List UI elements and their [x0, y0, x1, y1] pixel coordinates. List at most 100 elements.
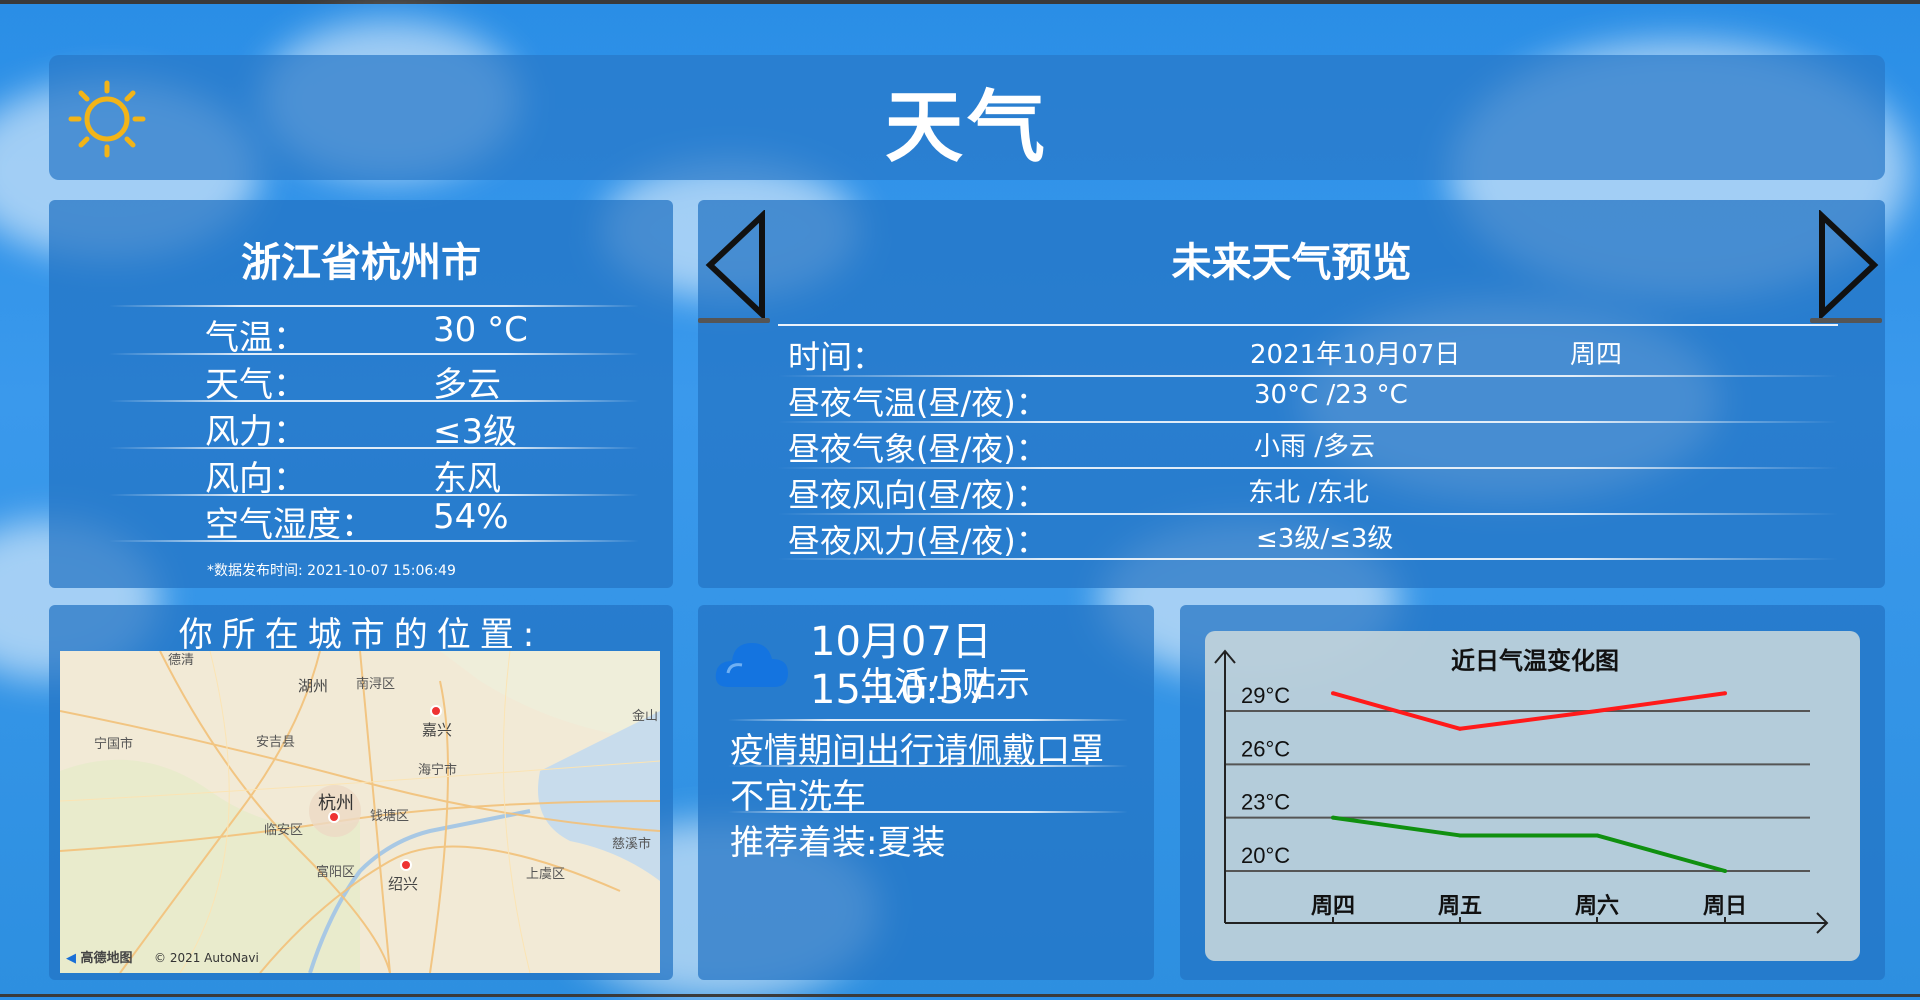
forecast-date-row: 时间： 2021年10月07日 周四 — [788, 332, 1848, 376]
temperature-point — [1458, 833, 1462, 838]
divider — [778, 513, 1838, 515]
map-label-qiantang: 钱塘区 — [370, 809, 410, 824]
temperature-point — [1595, 833, 1599, 838]
map-label-shaoxing: 绍兴 — [388, 875, 419, 893]
map-label-haining: 海宁市 — [418, 763, 458, 778]
next-day-button[interactable] — [1812, 209, 1882, 321]
map-label-huzhou: 湖州 — [298, 677, 329, 695]
tip-item: 推荐着装:夏装 — [730, 823, 946, 863]
temperature-point — [1331, 691, 1335, 696]
weekday: 周四 — [1570, 340, 1623, 370]
forecast-panel: 未来天气预览 时间： 2021年10月07日 周四 昼夜气温(昼/夜)： 30°… — [698, 200, 1885, 588]
map-label-linan: 临安区 — [264, 823, 304, 838]
map-label-jinshan: 金山 — [632, 709, 659, 724]
location-map-panel: 你所在城市的位置: 德清 湖州 南浔区 嘉兴 金山 宁国市 安吉县 海宁市 杭州… — [49, 605, 673, 980]
weather-row: 天气： 多云 — [205, 357, 605, 405]
map-label-jiaxing: 嘉兴 — [422, 721, 453, 739]
row-label: 时间： — [788, 338, 885, 376]
map-label-deqing: 德清 — [168, 653, 195, 668]
row-label: 昼夜风力(昼/夜)： — [788, 522, 1048, 560]
row-value: 30 °C — [433, 310, 528, 350]
row-label: 风向： — [205, 459, 307, 499]
temperature-point — [1723, 691, 1727, 696]
chart-title: 近日气温变化图 — [1451, 647, 1619, 675]
header-panel: 天气 — [49, 55, 1885, 180]
row-value: 54% — [433, 497, 509, 537]
map-title: 你所在城市的位置: — [178, 615, 544, 655]
row-label: 天气： — [205, 365, 307, 405]
wind-direction-row: 风向： 东风 — [205, 451, 605, 499]
forecast-title: 未来天气预览 — [1171, 240, 1412, 286]
divider — [778, 421, 1838, 423]
map-label-anji: 安吉县 — [256, 735, 296, 750]
x-tick-label: 周日 — [1703, 893, 1747, 918]
divider — [109, 540, 639, 542]
location-marker — [328, 811, 340, 823]
tips-panel: 10月07日15:10:37 生活小贴示 疫情期间出行请佩戴口罩 不宜洗车 推荐… — [698, 605, 1154, 980]
y-tick-label: 26°C — [1241, 736, 1290, 761]
row-label: 昼夜气象(昼/夜)： — [788, 430, 1048, 468]
row-label: 风力： — [205, 412, 307, 452]
map-label-ningguo: 宁国市 — [94, 737, 134, 752]
prev-button-base — [698, 318, 770, 323]
y-tick-label: 20°C — [1241, 843, 1290, 868]
page-title: 天气 — [884, 83, 1049, 173]
map-copyright: © 2021 AutoNavi — [154, 951, 259, 965]
tips-title: 生活小贴示 — [860, 665, 1030, 705]
map-label-nanxun: 南浔区 — [356, 677, 396, 692]
divider — [778, 558, 1838, 560]
forecast-condition-row: 昼夜气象(昼/夜)： 小雨 /多云 — [788, 424, 1848, 468]
cloud-icon — [714, 633, 790, 699]
wind-force-row: 风力： ≤3级 — [205, 404, 605, 452]
row-label: 气温： — [205, 318, 307, 358]
humidity-row: 空气湿度： 54% — [205, 497, 605, 545]
divider — [728, 765, 1128, 767]
row-label: 空气湿度： — [205, 505, 375, 545]
row-value: 多云 — [433, 365, 501, 405]
temperature-point — [1595, 709, 1599, 713]
divider — [109, 494, 639, 496]
map-marker — [400, 859, 412, 871]
current-weather-panel: 浙江省杭州市 气温： 30 °C 天气： 多云 风力： ≤3级 风向： 东风 空… — [49, 200, 673, 588]
window-top-border — [0, 0, 1920, 4]
row-value: 2021年10月07日 — [1250, 340, 1461, 370]
map-logo-text: 高德地图 — [80, 951, 133, 966]
map-label-fuyang: 富阳区 — [316, 865, 356, 880]
map-label-cixi: 慈溪市 — [612, 837, 652, 852]
city-name: 浙江省杭州市 — [241, 240, 481, 286]
map-logo: ◀ 高德地图 — [66, 947, 133, 966]
row-label: 昼夜风向(昼/夜)： — [788, 476, 1048, 514]
divider — [778, 324, 1838, 326]
x-tick-label: 周四 — [1311, 893, 1355, 918]
forecast-wind-direction-row: 昼夜风向(昼/夜)： 东北 /东北 — [788, 470, 1848, 514]
row-value: 小雨 /多云 — [1254, 432, 1376, 462]
temperature-chart-panel: 近日气温变化图 29°C 26°C 23°C 20°C 周四 周五 周六 周日 — [1180, 605, 1885, 980]
chart-container: 近日气温变化图 29°C 26°C 23°C 20°C 周四 周五 周六 周日 — [1205, 631, 1860, 961]
divider — [778, 375, 1838, 377]
row-value: 30°C /23 °C — [1254, 380, 1408, 410]
divider — [728, 719, 1128, 721]
publish-time: *数据发布时间: 2021-10-07 15:06:49 — [207, 563, 456, 579]
row-label: 昼夜气温(昼/夜)： — [788, 384, 1048, 422]
map-marker — [430, 705, 442, 717]
forecast-temp-row: 昼夜气温(昼/夜)： 30°C /23 °C — [788, 378, 1848, 422]
row-value: 东北 /东北 — [1248, 478, 1370, 508]
next-button-base — [1810, 318, 1882, 323]
row-value: ≤3级 — [433, 412, 518, 452]
y-tick-label: 29°C — [1241, 683, 1290, 708]
temperature-point — [1458, 726, 1462, 731]
divider — [109, 305, 639, 307]
temperature-point — [1331, 815, 1335, 820]
location-map[interactable]: 德清 湖州 南浔区 嘉兴 金山 宁国市 安吉县 海宁市 杭州 钱塘区 临安区 慈… — [60, 651, 660, 973]
temperature-series-line — [1332, 815, 1726, 873]
map-background — [60, 651, 660, 973]
divider — [728, 811, 1128, 813]
temperature-row: 气温： 30 °C — [205, 310, 605, 358]
divider — [109, 447, 639, 449]
x-tick-label: 周六 — [1575, 893, 1619, 918]
temperature-point — [1723, 869, 1727, 873]
temperature-chart: 近日气温变化图 29°C 26°C 23°C 20°C 周四 周五 周六 周日 — [1214, 647, 1829, 934]
row-value: 东风 — [433, 459, 501, 499]
map-label-shangyu: 上虞区 — [526, 867, 566, 882]
x-tick-label: 周五 — [1438, 893, 1482, 918]
